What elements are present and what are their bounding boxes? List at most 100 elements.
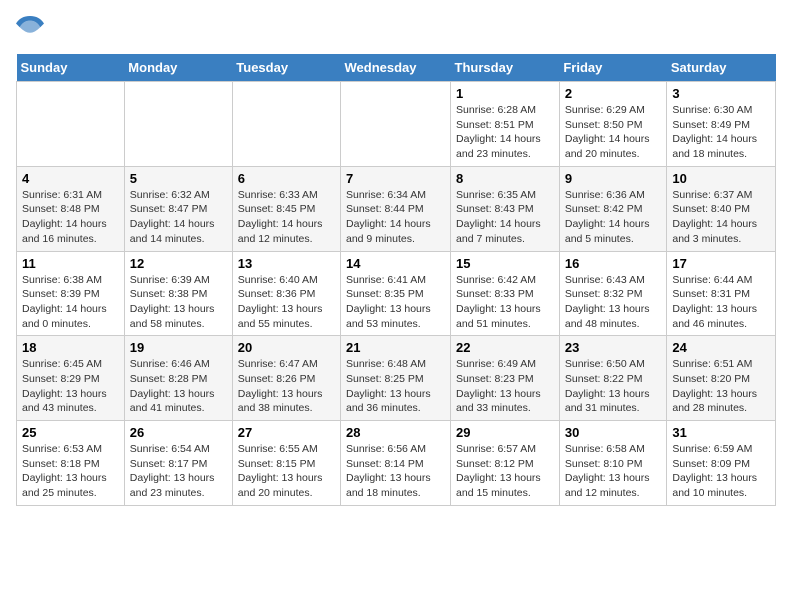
- calendar-cell: 19 Sunrise: 6:46 AMSunset: 8:28 PMDayligh…: [124, 336, 232, 421]
- day-info: Sunrise: 6:41 AMSunset: 8:35 PMDaylight:…: [346, 273, 445, 332]
- day-number: 28: [346, 425, 445, 440]
- day-info: Sunrise: 6:31 AMSunset: 8:48 PMDaylight:…: [22, 188, 119, 247]
- day-number: 15: [456, 256, 554, 271]
- calendar-cell: 10Sunrise: 6:37 AMSunset: 8:40 PMDayligh…: [667, 166, 776, 251]
- calendar-header-row: SundayMondayTuesdayWednesdayThursdayFrid…: [17, 54, 776, 82]
- calendar-cell: 27 Sunrise: 6:55 AMSunset: 8:15 PMDayligh…: [232, 421, 340, 506]
- calendar-cell: 23 Sunrise: 6:50 AMSunset: 8:22 PMDayligh…: [559, 336, 667, 421]
- day-number: 26: [130, 425, 227, 440]
- day-number: 6: [238, 171, 335, 186]
- calendar-cell: 30 Sunrise: 6:58 AMSunset: 8:10 PMDayligh…: [559, 421, 667, 506]
- day-number: 12: [130, 256, 227, 271]
- calendar-cell: [124, 82, 232, 167]
- day-info: Sunrise: 6:40 AMSunset: 8:36 PMDaylight:…: [238, 273, 335, 332]
- day-number: 2: [565, 86, 662, 101]
- day-info: Sunrise: 6:54 AMSunset: 8:17 PMDaylight:…: [130, 442, 227, 501]
- day-number: 22: [456, 340, 554, 355]
- day-info: Sunrise: 6:48 AMSunset: 8:25 PMDaylight:…: [346, 357, 445, 416]
- day-number: 3: [672, 86, 770, 101]
- day-info: Sunrise: 6:34 AMSunset: 8:44 PMDaylight:…: [346, 188, 445, 247]
- day-number: 25: [22, 425, 119, 440]
- calendar-cell: 2 Sunrise: 6:29 AMSunset: 8:50 PMDaylight…: [559, 82, 667, 167]
- day-info: Sunrise: 6:51 AMSunset: 8:20 PMDaylight:…: [672, 357, 770, 416]
- page-header: [16, 16, 776, 44]
- header-saturday: Saturday: [667, 54, 776, 82]
- day-info: Sunrise: 6:44 AMSunset: 8:31 PMDaylight:…: [672, 273, 770, 332]
- calendar-cell: 24 Sunrise: 6:51 AMSunset: 8:20 PMDayligh…: [667, 336, 776, 421]
- calendar-cell: 5 Sunrise: 6:32 AMSunset: 8:47 PMDaylight…: [124, 166, 232, 251]
- calendar-cell: 20Sunrise: 6:47 AMSunset: 8:26 PMDayligh…: [232, 336, 340, 421]
- calendar-cell: 14 Sunrise: 6:41 AMSunset: 8:35 PMDayligh…: [341, 251, 451, 336]
- calendar-week-5: 25 Sunrise: 6:53 AMSunset: 8:18 PMDayligh…: [17, 421, 776, 506]
- day-info: Sunrise: 6:45 AMSunset: 8:29 PMDaylight:…: [22, 357, 119, 416]
- calendar-cell: 6 Sunrise: 6:33 AMSunset: 8:45 PMDaylight…: [232, 166, 340, 251]
- calendar-cell: 12 Sunrise: 6:39 AMSunset: 8:38 PMDayligh…: [124, 251, 232, 336]
- day-number: 30: [565, 425, 662, 440]
- day-info: Sunrise: 6:38 AMSunset: 8:39 PMDaylight:…: [22, 273, 119, 332]
- header-thursday: Thursday: [451, 54, 560, 82]
- day-info: Sunrise: 6:56 AMSunset: 8:14 PMDaylight:…: [346, 442, 445, 501]
- day-info: Sunrise: 6:43 AMSunset: 8:32 PMDaylight:…: [565, 273, 662, 332]
- calendar-cell: 3 Sunrise: 6:30 AMSunset: 8:49 PMDaylight…: [667, 82, 776, 167]
- calendar-cell: [17, 82, 125, 167]
- day-number: 18: [22, 340, 119, 355]
- day-info: Sunrise: 6:58 AMSunset: 8:10 PMDaylight:…: [565, 442, 662, 501]
- day-number: 4: [22, 171, 119, 186]
- calendar-cell: 8 Sunrise: 6:35 AMSunset: 8:43 PMDaylight…: [451, 166, 560, 251]
- calendar-cell: 25 Sunrise: 6:53 AMSunset: 8:18 PMDayligh…: [17, 421, 125, 506]
- calendar-cell: 17 Sunrise: 6:44 AMSunset: 8:31 PMDayligh…: [667, 251, 776, 336]
- calendar-week-3: 11 Sunrise: 6:38 AMSunset: 8:39 PMDayligh…: [17, 251, 776, 336]
- calendar-cell: 21Sunrise: 6:48 AMSunset: 8:25 PMDayligh…: [341, 336, 451, 421]
- day-info: Sunrise: 6:46 AMSunset: 8:28 PMDaylight:…: [130, 357, 227, 416]
- day-info: Sunrise: 6:39 AMSunset: 8:38 PMDaylight:…: [130, 273, 227, 332]
- day-info: Sunrise: 6:29 AMSunset: 8:50 PMDaylight:…: [565, 103, 662, 162]
- day-info: Sunrise: 6:35 AMSunset: 8:43 PMDaylight:…: [456, 188, 554, 247]
- calendar-cell: 11 Sunrise: 6:38 AMSunset: 8:39 PMDayligh…: [17, 251, 125, 336]
- calendar-cell: 9Sunrise: 6:36 AMSunset: 8:42 PMDaylight…: [559, 166, 667, 251]
- calendar-cell: 4 Sunrise: 6:31 AMSunset: 8:48 PMDaylight…: [17, 166, 125, 251]
- day-info: Sunrise: 6:33 AMSunset: 8:45 PMDaylight:…: [238, 188, 335, 247]
- header-wednesday: Wednesday: [341, 54, 451, 82]
- day-info: Sunrise: 6:57 AMSunset: 8:12 PMDaylight:…: [456, 442, 554, 501]
- day-number: 5: [130, 171, 227, 186]
- day-number: 20: [238, 340, 335, 355]
- day-info: Sunrise: 6:37 AMSunset: 8:40 PMDaylight:…: [672, 188, 770, 247]
- calendar-cell: [232, 82, 340, 167]
- header-sunday: Sunday: [17, 54, 125, 82]
- calendar-table: SundayMondayTuesdayWednesdayThursdayFrid…: [16, 54, 776, 506]
- day-info: Sunrise: 6:50 AMSunset: 8:22 PMDaylight:…: [565, 357, 662, 416]
- header-monday: Monday: [124, 54, 232, 82]
- day-number: 14: [346, 256, 445, 271]
- day-number: 24: [672, 340, 770, 355]
- calendar-cell: 7 Sunrise: 6:34 AMSunset: 8:44 PMDaylight…: [341, 166, 451, 251]
- calendar-cell: 26 Sunrise: 6:54 AMSunset: 8:17 PMDayligh…: [124, 421, 232, 506]
- day-info: Sunrise: 6:42 AMSunset: 8:33 PMDaylight:…: [456, 273, 554, 332]
- day-number: 31: [672, 425, 770, 440]
- day-info: Sunrise: 6:53 AMSunset: 8:18 PMDaylight:…: [22, 442, 119, 501]
- day-info: Sunrise: 6:49 AMSunset: 8:23 PMDaylight:…: [456, 357, 554, 416]
- header-tuesday: Tuesday: [232, 54, 340, 82]
- day-info: Sunrise: 6:55 AMSunset: 8:15 PMDaylight:…: [238, 442, 335, 501]
- day-number: 23: [565, 340, 662, 355]
- day-number: 1: [456, 86, 554, 101]
- calendar-cell: 22 Sunrise: 6:49 AMSunset: 8:23 PMDayligh…: [451, 336, 560, 421]
- logo: [16, 16, 48, 44]
- day-number: 19: [130, 340, 227, 355]
- day-info: Sunrise: 6:28 AMSunset: 8:51 PMDaylight:…: [456, 103, 554, 162]
- calendar-cell: 28 Sunrise: 6:56 AMSunset: 8:14 PMDayligh…: [341, 421, 451, 506]
- day-info: Sunrise: 6:30 AMSunset: 8:49 PMDaylight:…: [672, 103, 770, 162]
- day-number: 17: [672, 256, 770, 271]
- calendar-cell: 31Sunrise: 6:59 AMSunset: 8:09 PMDayligh…: [667, 421, 776, 506]
- calendar-week-2: 4 Sunrise: 6:31 AMSunset: 8:48 PMDaylight…: [17, 166, 776, 251]
- day-info: Sunrise: 6:32 AMSunset: 8:47 PMDaylight:…: [130, 188, 227, 247]
- calendar-cell: 29 Sunrise: 6:57 AMSunset: 8:12 PMDayligh…: [451, 421, 560, 506]
- day-number: 7: [346, 171, 445, 186]
- calendar-cell: 18 Sunrise: 6:45 AMSunset: 8:29 PMDayligh…: [17, 336, 125, 421]
- day-number: 27: [238, 425, 335, 440]
- calendar-cell: 15 Sunrise: 6:42 AMSunset: 8:33 PMDayligh…: [451, 251, 560, 336]
- day-number: 11: [22, 256, 119, 271]
- day-number: 29: [456, 425, 554, 440]
- day-number: 9: [565, 171, 662, 186]
- day-number: 8: [456, 171, 554, 186]
- calendar-cell: 16Sunrise: 6:43 AMSunset: 8:32 PMDayligh…: [559, 251, 667, 336]
